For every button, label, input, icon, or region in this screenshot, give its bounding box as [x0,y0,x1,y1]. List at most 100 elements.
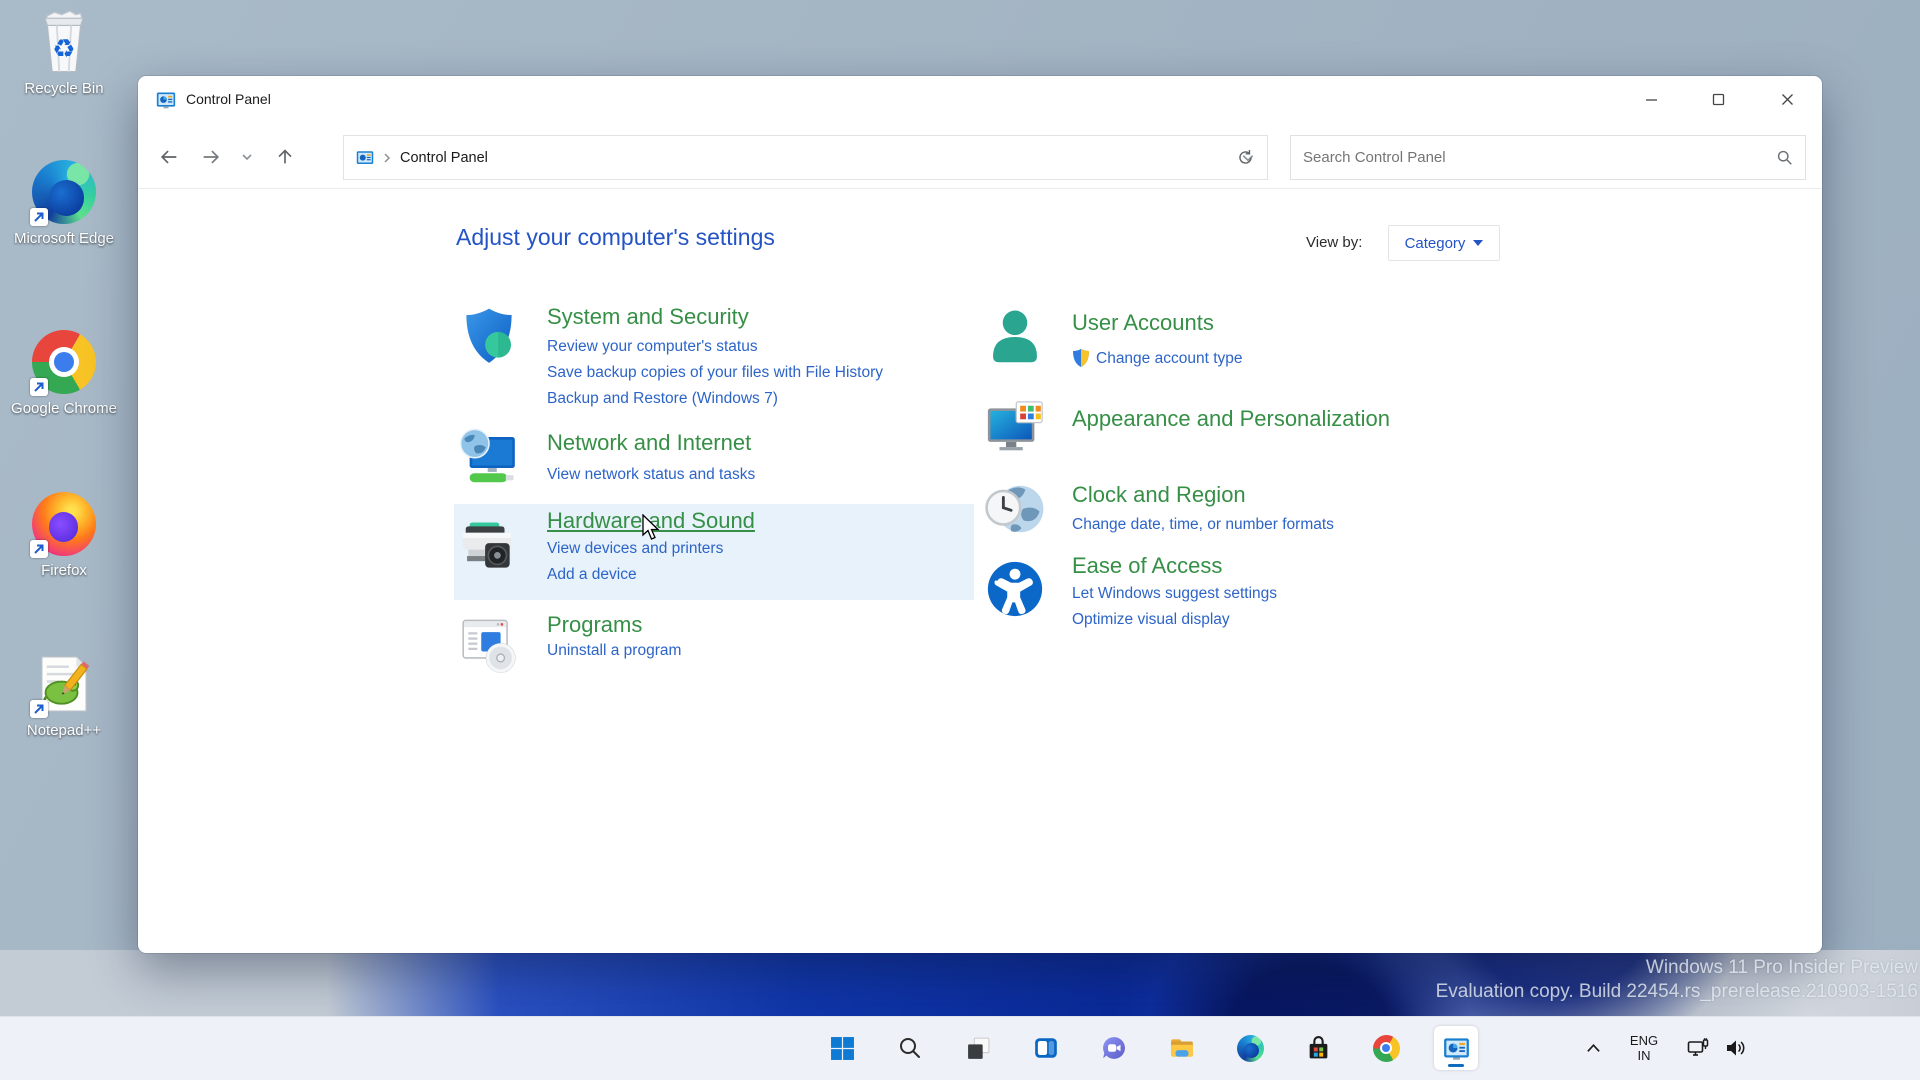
taskbar-search-button[interactable] [888,1026,932,1070]
link-let-windows-suggest-settings[interactable]: Let Windows suggest settings [1072,585,1277,603]
shortcut-arrow-icon [30,700,48,718]
task-view-button[interactable] [956,1026,1000,1070]
user-accounts-icon[interactable] [984,306,1046,368]
recent-locations-chevron-icon[interactable] [234,138,260,176]
minimize-button[interactable] [1622,76,1680,122]
link-review-computer-status[interactable]: Review your computer's status [547,338,758,356]
toolbar-separator [138,188,1822,189]
link-view-devices-printers[interactable]: View devices and printers [547,540,723,558]
task-view-icon [967,1037,989,1059]
link-backup-restore-windows7[interactable]: Backup and Restore (Windows 7) [547,390,778,408]
link-uninstall-a-program[interactable]: Uninstall a program [547,642,681,660]
language-line2: IN [1637,1048,1651,1063]
microsoft-store-icon [1309,1035,1327,1058]
control-panel-taskbar-button[interactable] [1434,1026,1478,1070]
view-by-label: View by: [1306,234,1363,251]
widgets-button[interactable] [1024,1026,1068,1070]
volume-tray-button[interactable] [1718,1026,1754,1070]
category-ease-of-access[interactable]: Ease of Access [1072,553,1222,579]
chrome-icon [1372,1034,1400,1062]
tray-overflow-chevron[interactable] [1576,1026,1610,1070]
control-panel-icon [1443,1037,1469,1060]
refresh-button[interactable] [1223,135,1267,180]
link-change-date-time-formats[interactable]: Change date, time, or number formats [1072,516,1334,534]
search-input[interactable] [1303,149,1776,166]
search-box[interactable] [1290,135,1806,180]
title-bar[interactable]: Control Panel [138,76,1822,124]
appearance-personalization-icon[interactable] [984,398,1046,460]
widgets-icon [1035,1038,1057,1058]
edge-icon [30,160,96,226]
chrome-taskbar-button[interactable] [1364,1026,1408,1070]
address-bar[interactable]: Control Panel [343,135,1268,180]
system-security-icon[interactable] [458,306,520,368]
desktop: ♻ Recycle Bin Microsoft Edge Google Chro… [0,0,1920,1080]
desktop-icon-label: Microsoft Edge [13,230,115,247]
search-icon [900,1038,920,1058]
uac-shield-icon [1073,349,1089,367]
maximize-button[interactable] [1689,76,1747,122]
category-system-and-security[interactable]: System and Security [547,304,749,330]
page-title: Adjust your computer's settings [456,224,775,250]
speaker-icon [1727,1040,1745,1056]
control-panel-breadcrumb-icon [356,150,374,164]
file-explorer-button[interactable] [1160,1026,1204,1070]
start-button[interactable] [820,1026,864,1070]
language-line1: ENG [1629,1033,1659,1048]
edge-icon [1236,1034,1264,1062]
watermark-line2: Evaluation copy. Build 22454.rs_prerelea… [1435,981,1918,1002]
file-explorer-icon [1171,1039,1193,1057]
breadcrumb-chevron-icon [384,152,391,163]
view-by-value: Category [1404,234,1466,252]
network-tray-button[interactable] [1680,1026,1716,1070]
breadcrumb-item-control-panel[interactable]: Control Panel [400,150,488,166]
category-programs[interactable]: Programs [547,612,642,638]
control-panel-window: Control Panel Control Panel Search Contr… [138,76,1822,953]
category-user-accounts[interactable]: User Accounts [1072,310,1214,336]
link-change-account-type[interactable]: Change account type [1096,350,1243,368]
close-button[interactable] [1758,76,1816,122]
control-panel-app-icon [156,92,176,109]
desktop-icon-microsoft-edge[interactable]: Microsoft Edge [8,160,120,248]
programs-icon[interactable] [458,614,520,676]
category-clock-and-region[interactable]: Clock and Region [1072,482,1246,508]
forward-button[interactable] [192,138,230,176]
desktop-icon-google-chrome[interactable]: Google Chrome [8,330,120,418]
chevron-up-icon [1586,1043,1600,1052]
category-network-and-internet[interactable]: Network and Internet [547,430,751,456]
desktop-icon-firefox[interactable]: Firefox [8,492,120,580]
shortcut-arrow-icon [30,540,48,558]
active-app-indicator [1448,1064,1464,1067]
desktop-icon-label: Notepad++ [26,722,102,739]
language-indicator[interactable]: ENG IN [1618,1033,1670,1063]
network-internet-icon[interactable] [458,428,520,490]
desktop-icon-label: Firefox [41,562,87,579]
up-button[interactable] [266,138,304,176]
microsoft-store-button[interactable] [1296,1026,1340,1070]
link-optimize-visual-display[interactable]: Optimize visual display [1072,611,1230,629]
desktop-icon-label: Google Chrome [11,400,117,417]
chrome-icon [30,330,96,396]
shortcut-arrow-icon [30,378,48,396]
shortcut-arrow-icon [30,208,48,226]
notepad-plus-plus-icon [30,652,96,718]
hardware-sound-icon[interactable] [458,516,520,578]
search-icon[interactable] [1776,149,1793,166]
desktop-icon-label: Recycle Bin [24,80,104,97]
clock-region-icon[interactable] [984,478,1046,540]
desktop-icon-notepad-plus-plus[interactable]: Notepad++ [8,652,120,740]
chevron-down-icon [1473,240,1484,246]
back-button[interactable] [150,138,188,176]
desktop-icon-recycle-bin[interactable]: ♻ Recycle Bin [8,10,120,98]
link-view-network-status[interactable]: View network status and tasks [547,466,755,484]
link-file-history-backup[interactable]: Save backup copies of your files with Fi… [547,364,883,382]
link-add-a-device[interactable]: Add a device [547,566,637,584]
taskbar: ENG IN Subscribe [0,1016,1920,1080]
mouse-cursor [642,514,660,540]
edge-taskbar-button[interactable] [1228,1026,1272,1070]
ease-of-access-icon[interactable] [984,558,1046,620]
view-by-dropdown[interactable]: Category [1388,225,1500,261]
chat-button[interactable] [1092,1026,1136,1070]
category-appearance-and-personalization[interactable]: Appearance and Personalization [1072,406,1390,432]
watermark-line1: Windows 11 Pro Insider Preview [1645,957,1918,978]
